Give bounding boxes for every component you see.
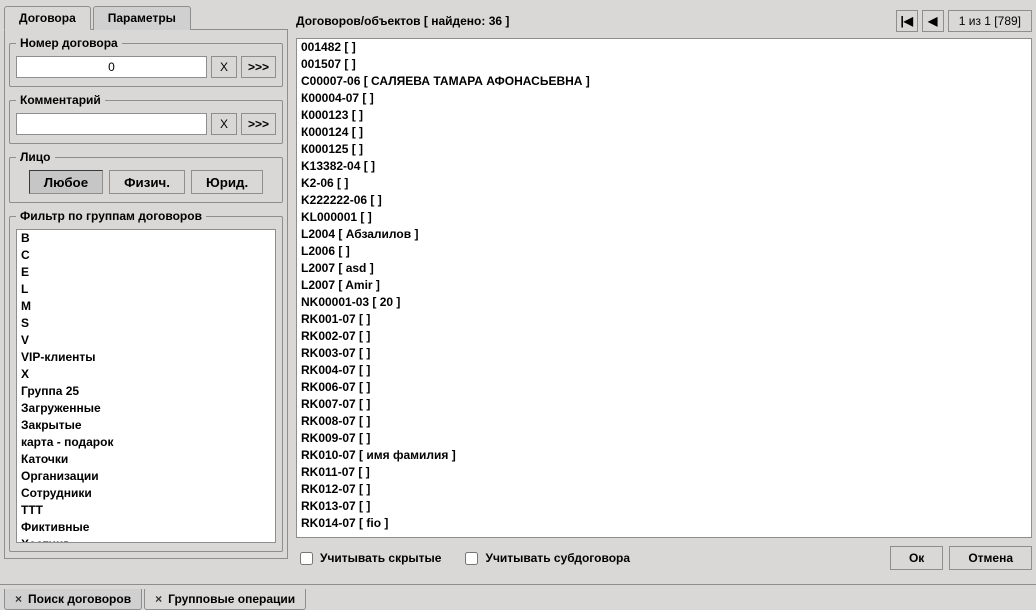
filter-item[interactable]: L — [17, 281, 275, 298]
result-item[interactable]: RK010-07 [ имя фамилия ] — [297, 447, 1031, 464]
result-item[interactable]: К000123 [ ] — [297, 107, 1031, 124]
result-item[interactable]: К000125 [ ] — [297, 141, 1031, 158]
footer-tab-group-ops[interactable]: × Групповые операции — [144, 589, 306, 610]
close-icon[interactable]: × — [15, 592, 22, 606]
filter-item[interactable]: VIP-клиенты — [17, 349, 275, 366]
result-item[interactable]: L2007 [ Amir ] — [297, 277, 1031, 294]
filter-item[interactable]: ТТТ — [17, 502, 275, 519]
group-filter: Фильтр по группам договоров BCELMSVVIP-к… — [9, 209, 283, 552]
check-hidden[interactable]: Учитывать скрытые — [296, 549, 441, 568]
filter-item[interactable]: B — [17, 230, 275, 247]
legend-face: Лицо — [16, 150, 55, 164]
footer-tab-group-ops-label: Групповые операции — [168, 592, 295, 606]
result-item[interactable]: 001482 [ ] — [297, 39, 1031, 56]
result-item[interactable]: K2-06 [ ] — [297, 175, 1031, 192]
result-item[interactable]: К00004-07 [ ] — [297, 90, 1031, 107]
results-title: Договоров/объектов [ найдено: 36 ] — [296, 14, 509, 28]
result-item[interactable]: RK009-07 [ ] — [297, 430, 1031, 447]
contract-number-input[interactable] — [16, 56, 207, 78]
check-sub-label: Учитывать субдоговора — [485, 551, 630, 565]
legend-number: Номер договора — [16, 36, 122, 50]
result-item[interactable]: L2007 [ asd ] — [297, 260, 1031, 277]
search-comment-button[interactable]: >>> — [241, 113, 276, 135]
result-item[interactable]: K13382-04 [ ] — [297, 158, 1031, 175]
result-item[interactable]: RK014-07 [ fio ] — [297, 515, 1031, 532]
filter-panel: Номер договора X >>> Комментарий X >>> Л… — [4, 29, 288, 559]
check-hidden-box[interactable] — [300, 552, 313, 565]
group-comment: Комментарий X >>> — [9, 93, 283, 144]
footer-tab-search-label: Поиск договоров — [28, 592, 131, 606]
close-icon[interactable]: × — [155, 592, 162, 606]
result-item[interactable]: К000124 [ ] — [297, 124, 1031, 141]
clear-comment-button[interactable]: X — [211, 113, 237, 135]
filter-item[interactable]: карта - подарок — [17, 434, 275, 451]
filter-item[interactable]: Загруженные — [17, 400, 275, 417]
face-jur-button[interactable]: Юрид. — [191, 170, 263, 194]
result-item[interactable]: RK011-07 [ ] — [297, 464, 1031, 481]
filter-item[interactable]: X — [17, 366, 275, 383]
face-any-button[interactable]: Любое — [29, 170, 103, 194]
pager-prev-button[interactable]: ◀ — [922, 10, 944, 32]
filter-listbox[interactable]: BCELMSVVIP-клиентыXГруппа 25ЗагруженныеЗ… — [16, 229, 276, 543]
result-item[interactable]: NK00001-03 [ 20 ] — [297, 294, 1031, 311]
result-item[interactable]: 001507 [ ] — [297, 56, 1031, 73]
filter-item[interactable]: E — [17, 264, 275, 281]
result-item[interactable]: L2004 [ Абзалилов ] — [297, 226, 1031, 243]
check-hidden-label: Учитывать скрытые — [320, 551, 441, 565]
tab-contracts[interactable]: Договора — [4, 6, 91, 30]
group-contract-number: Номер договора X >>> — [9, 36, 283, 87]
face-phys-button[interactable]: Физич. — [109, 170, 185, 194]
result-item[interactable]: С00007-06 [ САЛЯЕВА ТАМАРА АФОНАСЬЕВНА ] — [297, 73, 1031, 90]
filter-item[interactable]: M — [17, 298, 275, 315]
legend-comment: Комментарий — [16, 93, 105, 107]
comment-input[interactable] — [16, 113, 207, 135]
search-number-button[interactable]: >>> — [241, 56, 276, 78]
cancel-button[interactable]: Отмена — [949, 546, 1032, 570]
footer-tabs: × Поиск договоров × Групповые операции — [0, 584, 1036, 610]
filter-item[interactable]: V — [17, 332, 275, 349]
result-item[interactable]: KL000001 [ ] — [297, 209, 1031, 226]
result-item[interactable]: RK013-07 [ ] — [297, 498, 1031, 515]
result-item[interactable]: RK001-07 [ ] — [297, 311, 1031, 328]
filter-item[interactable]: Хостинг — [17, 536, 275, 543]
pager: |◀ ◀ 1 из 1 [789] — [896, 10, 1032, 32]
result-item[interactable]: RK003-07 [ ] — [297, 345, 1031, 362]
results-listbox[interactable]: 001482 [ ]001507 [ ]С00007-06 [ САЛЯЕВА … — [296, 38, 1032, 538]
ok-button[interactable]: Ок — [890, 546, 943, 570]
filter-item[interactable]: S — [17, 315, 275, 332]
filter-item[interactable]: Группа 25 — [17, 383, 275, 400]
filter-item[interactable]: C — [17, 247, 275, 264]
group-face: Лицо Любое Физич. Юрид. — [9, 150, 283, 203]
filter-item[interactable]: Организации — [17, 468, 275, 485]
filter-item[interactable]: Сотрудники — [17, 485, 275, 502]
result-item[interactable]: RK006-07 [ ] — [297, 379, 1031, 396]
clear-number-button[interactable]: X — [211, 56, 237, 78]
tab-params[interactable]: Параметры — [93, 6, 191, 30]
result-item[interactable]: K222222-06 [ ] — [297, 192, 1031, 209]
result-item[interactable]: RK012-07 [ ] — [297, 481, 1031, 498]
result-item[interactable]: RK002-07 [ ] — [297, 328, 1031, 345]
pager-label: 1 из 1 [789] — [948, 10, 1032, 32]
result-item[interactable]: RK004-07 [ ] — [297, 362, 1031, 379]
result-item[interactable]: RK008-07 [ ] — [297, 413, 1031, 430]
check-sub-box[interactable] — [465, 552, 478, 565]
result-item[interactable]: RK007-07 [ ] — [297, 396, 1031, 413]
legend-filter: Фильтр по группам договоров — [16, 209, 206, 223]
footer-tab-search[interactable]: × Поиск договоров — [4, 589, 142, 610]
check-sub[interactable]: Учитывать субдоговора — [461, 549, 630, 568]
filter-item[interactable]: Закрытые — [17, 417, 275, 434]
filter-item[interactable]: Фиктивные — [17, 519, 275, 536]
filter-item[interactable]: Каточки — [17, 451, 275, 468]
result-item[interactable]: L2006 [ ] — [297, 243, 1031, 260]
pager-first-button[interactable]: |◀ — [896, 10, 918, 32]
